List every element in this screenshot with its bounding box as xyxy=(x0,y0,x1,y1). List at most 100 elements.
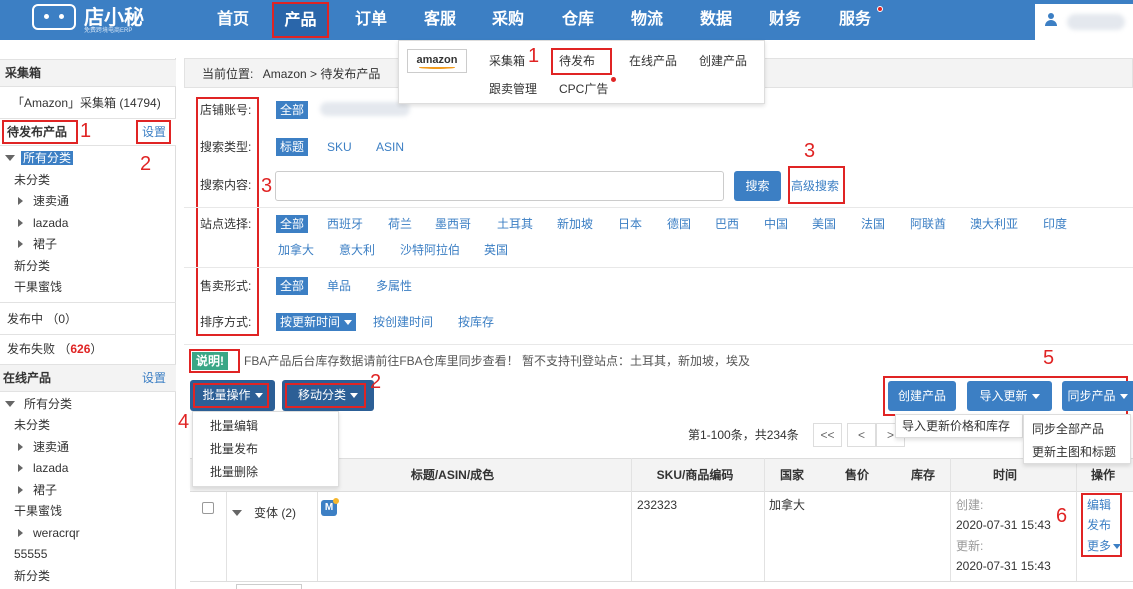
site-uae[interactable]: 阿联酋 xyxy=(906,215,950,233)
sort-by-update[interactable]: 按更新时间 xyxy=(276,313,357,331)
site-japan[interactable]: 日本 xyxy=(614,215,646,233)
nav-products[interactable]: 产品 xyxy=(272,2,329,38)
online-tree-all[interactable]: 所有分类 xyxy=(5,395,72,413)
breadcrumb-label: 当前位置: xyxy=(202,67,254,81)
menu-collect-box[interactable]: 采集箱 xyxy=(489,52,525,70)
site-all[interactable]: 全部 xyxy=(276,215,309,233)
site-turkey[interactable]: 土耳其 xyxy=(493,215,537,233)
nav-data[interactable]: 数据 xyxy=(693,0,739,40)
publish-link[interactable]: 发布 xyxy=(1087,515,1111,535)
site-uk[interactable]: 英国 xyxy=(480,241,512,259)
nav-orders[interactable]: 订单 xyxy=(348,0,394,40)
search-type-asin[interactable]: ASIN xyxy=(372,138,408,156)
publishing-status[interactable]: 发布中 （0） xyxy=(7,310,77,328)
advanced-search-link[interactable]: 高级搜索 xyxy=(787,177,843,195)
col-country: 国家 xyxy=(779,468,804,482)
failed-status[interactable]: 发布失败 （626） xyxy=(7,340,102,358)
sync-all-item[interactable]: 同步全部产品 xyxy=(1032,420,1104,438)
online-tree-item[interactable]: 干果蜜饯 xyxy=(14,502,62,520)
pending-tree-item[interactable]: 新分类 xyxy=(14,257,50,275)
pending-tree-item[interactable]: 未分类 xyxy=(14,171,50,189)
batch-edit-item[interactable]: 批量编辑 xyxy=(210,417,258,435)
pending-tree-item[interactable]: 裙子 xyxy=(18,235,57,253)
sale-type-multi[interactable]: 多属性 xyxy=(372,277,416,295)
online-tree-item[interactable]: 未分类 xyxy=(14,416,50,434)
search-input[interactable] xyxy=(275,171,724,201)
more-link[interactable]: 更多 xyxy=(1087,536,1122,556)
pending-products-title[interactable]: 待发布产品 xyxy=(7,123,67,141)
product-m-icon: M xyxy=(321,498,339,516)
update-image-title-item[interactable]: 更新主图和标题 xyxy=(1032,443,1116,461)
failed-close: ） xyxy=(90,342,103,356)
site-france[interactable]: 法国 xyxy=(857,215,889,233)
menu-follow-sell[interactable]: 跟卖管理 xyxy=(489,80,537,98)
online-tree-item[interactable]: 新分类 xyxy=(14,567,50,585)
search-button[interactable]: 搜索 xyxy=(734,171,781,201)
pending-tree-item[interactable]: 速卖通 xyxy=(18,192,69,210)
breadcrumb-path[interactable]: Amazon > 待发布产品 xyxy=(263,67,381,81)
import-update-button[interactable]: 导入更新 xyxy=(967,381,1052,411)
chevron-down-icon xyxy=(232,510,242,516)
sale-type-single[interactable]: 单品 xyxy=(323,277,355,295)
import-price-stock-item[interactable]: 导入更新价格和库存 xyxy=(902,417,1010,435)
edit-link[interactable]: 编辑 xyxy=(1087,495,1111,515)
site-germany[interactable]: 德国 xyxy=(663,215,695,233)
site-saudi[interactable]: 沙特阿拉伯 xyxy=(396,241,464,259)
first-page-button[interactable]: << xyxy=(813,423,842,447)
site-italy[interactable]: 意大利 xyxy=(335,241,379,259)
amazon-logo[interactable]: amazon xyxy=(407,49,467,73)
user-area[interactable] xyxy=(1035,4,1133,40)
online-tree-item[interactable]: 55555 xyxy=(14,545,47,563)
menu-create-product[interactable]: 创建产品 xyxy=(699,52,747,70)
nav-home[interactable]: 首页 xyxy=(210,0,256,40)
site-brazil[interactable]: 巴西 xyxy=(711,215,743,233)
sort-by-create[interactable]: 按创建时间 xyxy=(369,313,437,331)
online-tree-item[interactable]: 裙子 xyxy=(18,481,57,499)
search-type-title[interactable]: 标题 xyxy=(276,138,309,156)
nav-customer-service[interactable]: 客服 xyxy=(417,0,463,40)
batch-publish-item[interactable]: 批量发布 xyxy=(210,440,258,458)
prev-page-button[interactable]: < xyxy=(847,423,876,447)
site-usa[interactable]: 美国 xyxy=(808,215,840,233)
online-tree-item[interactable]: 速卖通 xyxy=(18,438,69,456)
nav-services[interactable]: 服务 xyxy=(832,0,878,40)
batch-delete-item[interactable]: 批量删除 xyxy=(210,463,258,481)
site-india[interactable]: 印度 xyxy=(1039,215,1071,233)
nav-purchase[interactable]: 采购 xyxy=(485,0,531,40)
menu-online-products[interactable]: 在线产品 xyxy=(629,52,677,70)
site-netherlands[interactable]: 荷兰 xyxy=(384,215,416,233)
shop-all-tag[interactable]: 全部 xyxy=(276,101,309,119)
sale-type-all[interactable]: 全部 xyxy=(276,277,309,295)
annotation-3b: 3 xyxy=(804,140,816,162)
nav-finance[interactable]: 财务 xyxy=(762,0,808,40)
pending-tree-item[interactable]: 干果蜜饯 xyxy=(14,278,62,296)
online-settings-link[interactable]: 设置 xyxy=(142,369,166,387)
create-product-button[interactable]: 创建产品 xyxy=(888,381,956,411)
menu-pending-publish[interactable]: 待发布 xyxy=(559,52,595,70)
chevron-right-icon xyxy=(18,219,23,227)
site-china[interactable]: 中国 xyxy=(760,215,792,233)
site-spain[interactable]: 西班牙 xyxy=(323,215,367,233)
nav-warehouse[interactable]: 仓库 xyxy=(555,0,601,40)
chevron-right-icon xyxy=(18,240,23,248)
online-tree-item[interactable]: weracrqr xyxy=(18,524,80,542)
site-australia[interactable]: 澳大利亚 xyxy=(966,215,1022,233)
amazon-collect-box[interactable]: 「Amazon」采集箱 (14794) xyxy=(12,94,161,112)
site-canada[interactable]: 加拿大 xyxy=(274,241,318,259)
row-checkbox[interactable] xyxy=(202,502,214,514)
sort-by-stock[interactable]: 按库存 xyxy=(454,313,498,331)
site-singapore[interactable]: 新加坡 xyxy=(553,215,597,233)
chevron-right-icon xyxy=(18,486,23,494)
search-type-sku[interactable]: SKU xyxy=(323,138,356,156)
online-tree-item[interactable]: lazada xyxy=(18,459,68,477)
menu-cpc-ads[interactable]: CPC广告 xyxy=(559,80,608,98)
site-mexico[interactable]: 墨西哥 xyxy=(431,215,475,233)
sync-product-button[interactable]: 同步产品 xyxy=(1062,381,1133,411)
pending-tree-item[interactable]: lazada xyxy=(18,214,68,232)
pending-settings-link[interactable]: 设置 xyxy=(142,123,166,141)
pending-tree-all[interactable]: 所有分类 xyxy=(5,149,74,167)
amazon-smile-icon xyxy=(419,66,455,69)
nav-logistics[interactable]: 物流 xyxy=(624,0,670,40)
divider xyxy=(0,302,176,303)
variant-toggle[interactable]: 变体 (2) xyxy=(232,503,296,523)
